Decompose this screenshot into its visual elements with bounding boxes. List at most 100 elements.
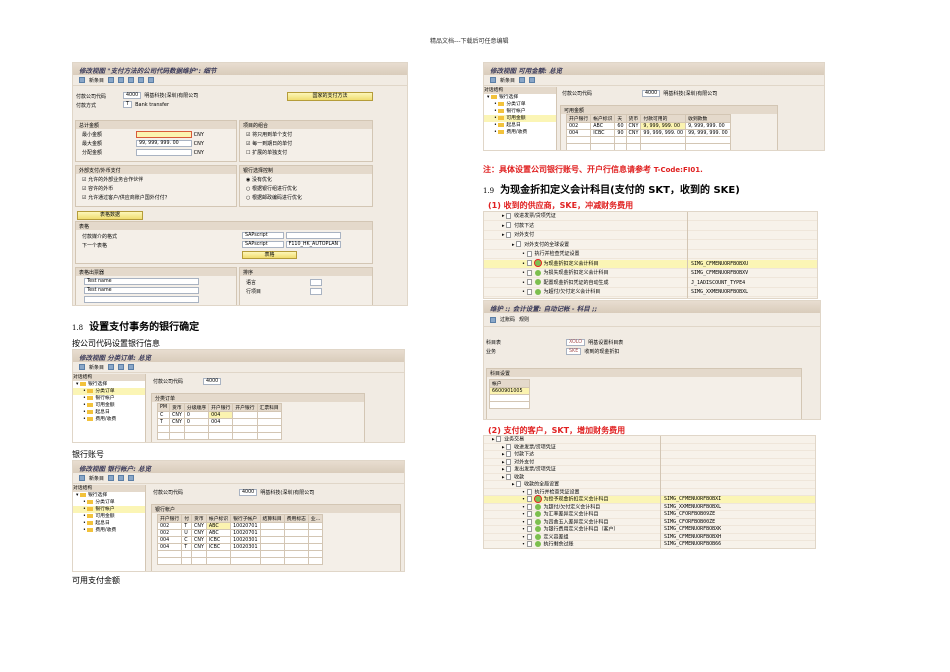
- img-tree-item[interactable]: ▸ 收款: [484, 473, 815, 481]
- table-cell[interactable]: [307, 536, 324, 544]
- sender-name-field[interactable]: [84, 296, 199, 303]
- img-tree-item[interactable]: ▸ 对外支付的全球设置: [484, 241, 817, 250]
- table-cell[interactable]: CNY: [191, 529, 207, 537]
- table-cell[interactable]: [565, 136, 592, 144]
- undo-icon[interactable]: [128, 475, 135, 481]
- img-tree-item[interactable]: ▸ 收进发票/贷项凭证: [484, 212, 817, 221]
- form-type-select[interactable]: SAPscript: [242, 241, 284, 248]
- new-entries-button[interactable]: 新条目: [500, 77, 515, 84]
- tree-node[interactable]: ▾ 银行选择: [484, 94, 556, 101]
- table-cell[interactable]: C: [181, 536, 193, 544]
- table-cell[interactable]: [230, 550, 261, 558]
- new-entries-button[interactable]: 新条目: [89, 364, 104, 371]
- tree-node[interactable]: • 起息日: [484, 122, 556, 129]
- country-payment-methods-button[interactable]: 国家的支付方法: [287, 92, 373, 101]
- table-cell[interactable]: [183, 425, 210, 433]
- sort-item-field[interactable]: [310, 288, 322, 295]
- table-cell[interactable]: 004: [208, 418, 234, 426]
- execute-clock-icon[interactable]: [534, 503, 541, 510]
- table-cell[interactable]: [230, 557, 261, 565]
- table-cell[interactable]: ABC: [205, 529, 232, 537]
- execute-clock-icon[interactable]: [533, 495, 542, 503]
- checkbox-item[interactable]: ☑ 允许的外部业务合作伙伴: [82, 176, 143, 183]
- tree-node[interactable]: • 分类订单: [73, 388, 145, 395]
- img-tree-item[interactable]: ▸ 收进发票/贷项凭证: [484, 443, 815, 451]
- table-cell[interactable]: [256, 425, 282, 433]
- table-cell[interactable]: [156, 550, 183, 558]
- table-cell[interactable]: CNY: [625, 129, 642, 137]
- table-cell[interactable]: 10020301: [230, 543, 261, 551]
- img-tree-item[interactable]: ▸ 发出发票/贷项凭证: [484, 466, 815, 474]
- table-cell[interactable]: 99, 999, 999. 00: [685, 129, 731, 137]
- tree-node[interactable]: • 可用金额: [73, 402, 145, 409]
- table-cell[interactable]: [625, 143, 642, 150]
- next-icon[interactable]: [148, 77, 155, 83]
- table-cell[interactable]: [283, 529, 309, 537]
- table-cell[interactable]: [565, 143, 592, 150]
- undo-icon[interactable]: [128, 77, 135, 83]
- table-cell[interactable]: 10020301: [230, 536, 261, 544]
- table-cell[interactable]: [283, 543, 309, 551]
- account-cell[interactable]: 6600901005: [489, 387, 530, 395]
- table-cell[interactable]: [169, 432, 185, 440]
- table-cell[interactable]: [307, 550, 324, 558]
- table-cell[interactable]: [232, 411, 258, 419]
- img-tree-item[interactable]: • 为汇率差异定义会计科目 SIMG_CFORFBOB09ZE: [484, 511, 815, 519]
- table-cell[interactable]: [259, 557, 285, 565]
- checkbox-item[interactable]: ☑ 每一到期日的单付: [246, 140, 292, 147]
- copy-icon[interactable]: [519, 77, 526, 83]
- table-cell[interactable]: [208, 432, 234, 440]
- table-cell[interactable]: [625, 136, 642, 144]
- table-cell[interactable]: [640, 136, 687, 144]
- table-cell[interactable]: [259, 536, 285, 544]
- checkbox-item[interactable]: ☑ 允许通过客户/供应商账户国外付付？: [82, 194, 170, 201]
- table-cell[interactable]: 9, 999, 999. 00: [685, 122, 731, 130]
- execute-clock-icon[interactable]: [534, 279, 541, 285]
- execute-clock-icon[interactable]: [533, 259, 542, 267]
- table-cell[interactable]: [169, 425, 185, 433]
- sort-language-field[interactable]: [310, 279, 322, 286]
- form-button[interactable]: 表格: [242, 251, 297, 259]
- table-cell[interactable]: [191, 557, 207, 565]
- img-tree-item[interactable]: • 执行并检查凭证设置: [484, 250, 817, 259]
- table-cell[interactable]: [181, 550, 193, 558]
- table-cell[interactable]: [614, 143, 627, 150]
- radio-item[interactable]: ○ 根据银行组进行优化: [246, 185, 297, 192]
- radio-item[interactable]: ◉ 没有优化: [246, 176, 272, 183]
- table-row[interactable]: 002 ABC 60 CNY 9, 999, 999. 00 9, 999, 999. 0…: [565, 122, 731, 130]
- table-row[interactable]: 004 ICBC 90 CNY 99, 999, 999. 00 99, 999, 999…: [565, 129, 731, 137]
- edit-icon[interactable]: [490, 77, 496, 83]
- table-cell[interactable]: 002: [565, 122, 592, 130]
- tree-node[interactable]: • 可用金额: [73, 513, 145, 520]
- img-tree-item[interactable]: • 为超付/欠付定义会计科目 SIMG_XXMENUORFBOBXL: [484, 288, 817, 297]
- img-tree-item[interactable]: • 定义容差组 SIMG_CFMENUORFBOBXH: [484, 533, 815, 541]
- table-row[interactable]: 002 T CNY ABC 10020701: [156, 522, 324, 530]
- table-cell[interactable]: [283, 522, 309, 530]
- table-cell[interactable]: 0: [183, 418, 210, 426]
- table-cell[interactable]: [307, 522, 324, 530]
- table-cell[interactable]: CNY: [625, 122, 642, 130]
- img-tree-item[interactable]: • 为超付/欠付定义会计科目 SIMG_XXMENUORFBOBXL: [484, 503, 815, 511]
- save-icon[interactable]: [490, 316, 496, 323]
- form-field[interactable]: [285, 232, 341, 239]
- table-cell[interactable]: T: [181, 522, 193, 530]
- tree-node[interactable]: • 银行帐户: [73, 506, 145, 513]
- delete-icon[interactable]: [118, 364, 125, 370]
- tree-node[interactable]: • 可用金额: [484, 115, 556, 122]
- sender-name-field[interactable]: Test name: [84, 278, 199, 285]
- table-cell[interactable]: ICBC: [205, 543, 232, 551]
- table-cell[interactable]: T: [181, 543, 193, 551]
- table-cell[interactable]: CNY: [191, 543, 207, 551]
- table-cell[interactable]: [256, 432, 282, 440]
- img-tree-item[interactable]: ▸ 对外支付: [484, 231, 817, 240]
- tree-node[interactable]: • 分类订单: [484, 101, 556, 108]
- table-cell[interactable]: 002: [156, 529, 183, 537]
- tree-node[interactable]: • 分类订单: [73, 499, 145, 506]
- tree-node[interactable]: • 费用/收费: [73, 416, 145, 423]
- img-tree-item[interactable]: • 为损失现金折扣定义会计科目 SIMG_CFMENUORFBOBXV: [484, 269, 817, 278]
- new-entries-button[interactable]: 新条目: [89, 475, 104, 482]
- table-cell[interactable]: 9, 999, 999. 00: [640, 122, 687, 130]
- table-cell[interactable]: [590, 136, 616, 144]
- prev-icon[interactable]: [138, 77, 145, 83]
- execute-clock-icon[interactable]: [534, 518, 541, 525]
